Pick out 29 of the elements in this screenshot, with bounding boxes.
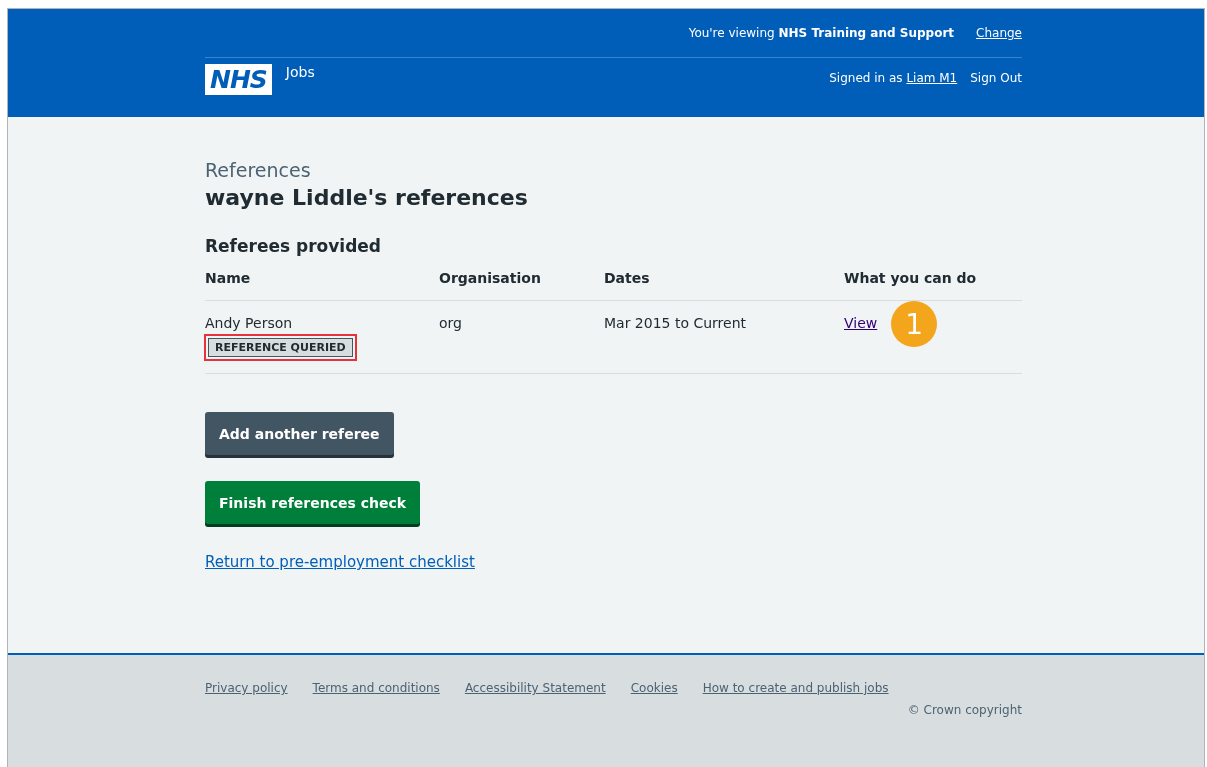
footer-link[interactable]: How to create and publish jobs: [702, 681, 889, 695]
change-link[interactable]: Change: [976, 26, 1022, 40]
page-caption: References: [205, 159, 312, 181]
footer-link[interactable]: Terms and conditions: [312, 681, 440, 695]
table-cell: Andy Person: [205, 315, 293, 331]
add-button[interactable]: Add another referee: [205, 412, 394, 455]
section-title: Referees provided: [205, 236, 383, 256]
return-link[interactable]: Return to pre-employment checklist: [205, 553, 475, 571]
status-tag: REFERENCE QUERIED: [208, 338, 353, 357]
user-link[interactable]: Liam M1: [906, 71, 958, 85]
viewing-text: You're viewing NHS Training and Support: [688, 26, 955, 40]
column-header: Organisation: [439, 270, 542, 286]
service-name: Jobs: [285, 63, 315, 80]
table-cell-text: org: [439, 315, 463, 333]
footer-link[interactable]: Privacy policy: [205, 681, 288, 695]
nhs-logo: NHS: [205, 63, 272, 95]
column-header: Name: [205, 270, 252, 286]
table-cell-text: Mar 2015 to Current: [604, 315, 748, 333]
column-header: What you can do: [844, 270, 978, 286]
page-title: wayne Liddle's references: [205, 185, 529, 210]
footer-link[interactable]: Accessibility Statement: [464, 681, 606, 695]
step-marker: 1: [891, 301, 938, 347]
finish-button[interactable]: Finish references check: [205, 481, 421, 524]
column-header: Dates: [604, 270, 651, 286]
signed-in-text: Signed in as Liam M1: [829, 71, 958, 85]
copyright-text: © Crown copyright: [907, 703, 1022, 717]
sign-out-link[interactable]: Sign Out: [970, 71, 1022, 85]
view-link[interactable]: View: [844, 315, 878, 331]
footer-link[interactable]: Cookies: [630, 681, 678, 695]
